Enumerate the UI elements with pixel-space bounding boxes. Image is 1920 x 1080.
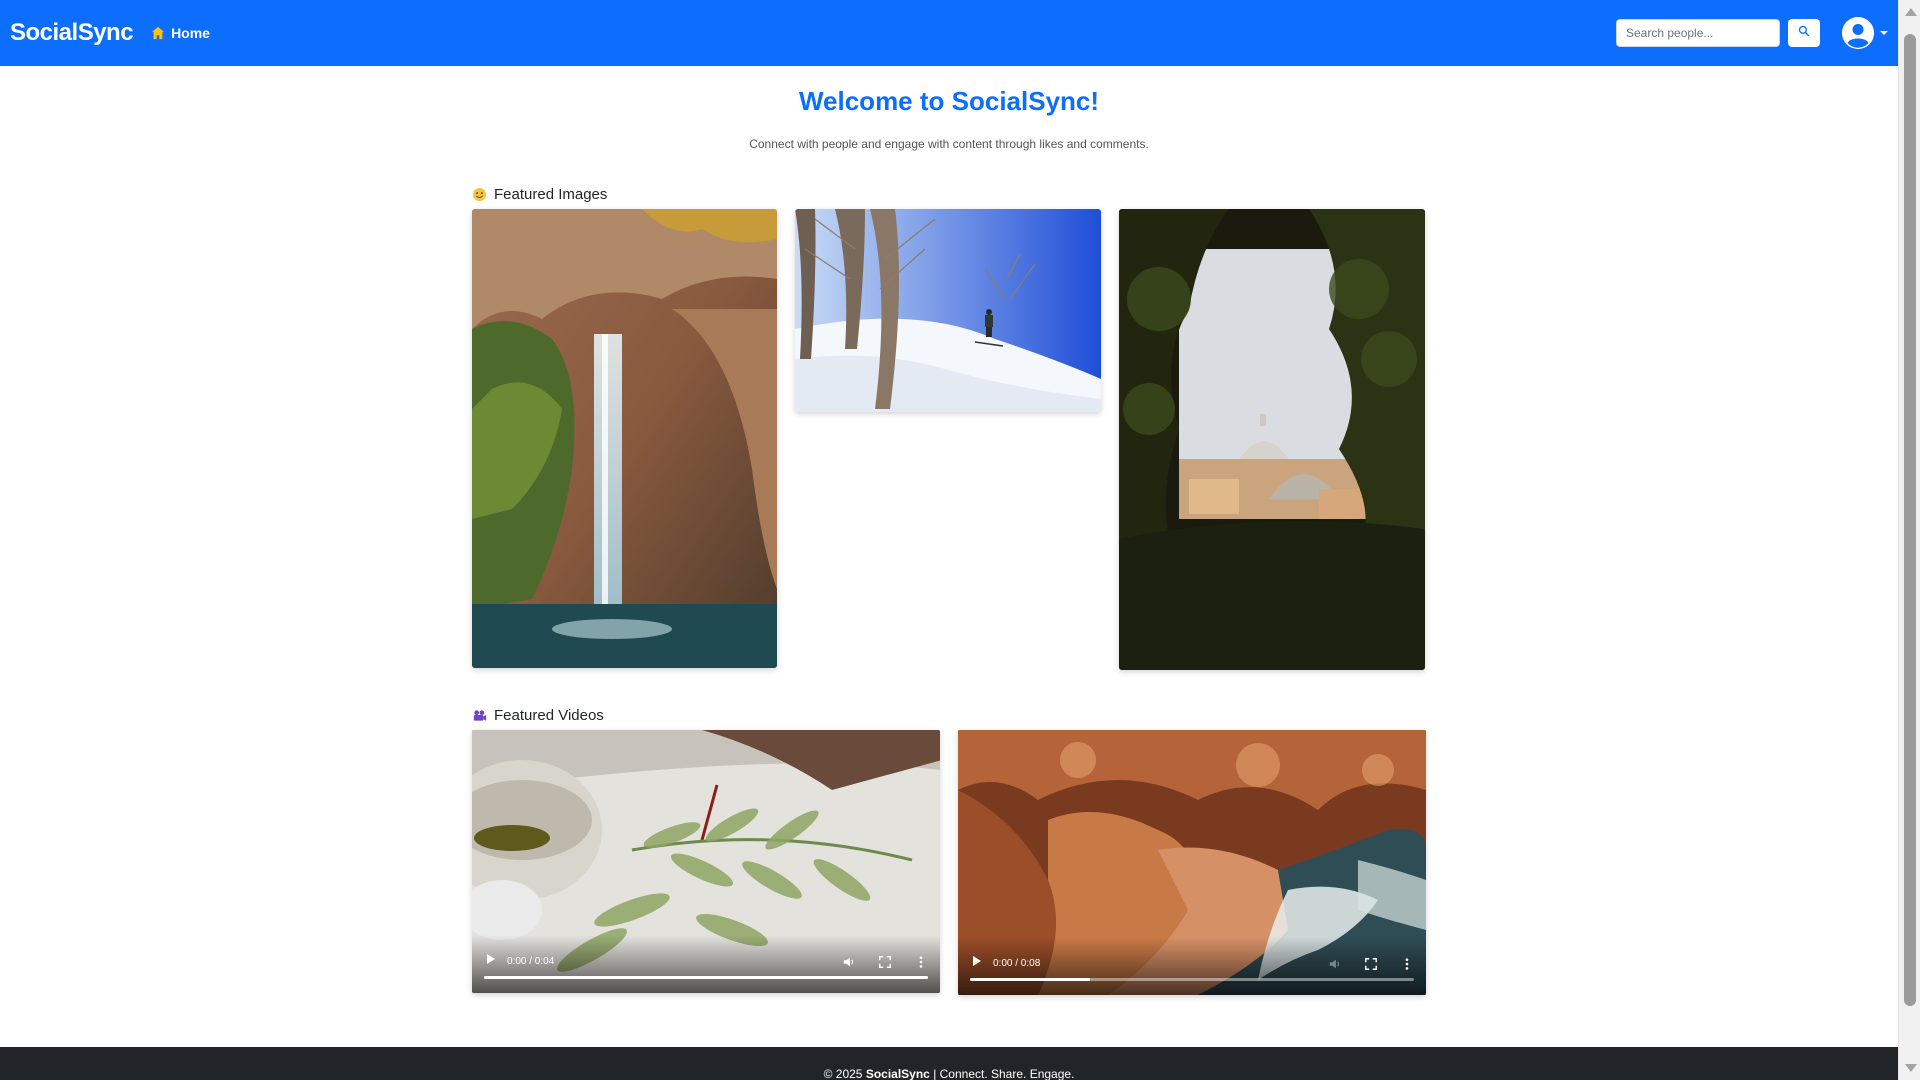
chevron-down-icon xyxy=(1880,31,1888,35)
featured-videos-heading: Featured Videos xyxy=(472,707,1426,724)
footer: © 2025 SocialSync | Connect. Share. Enga… xyxy=(0,1047,1898,1080)
search-button[interactable] xyxy=(1788,19,1820,47)
video-progress-fill xyxy=(970,978,1090,981)
footer-tagline: | Connect. Share. Engage. xyxy=(933,1067,1075,1080)
more-options-icon[interactable] xyxy=(1400,957,1414,971)
nav-right-group xyxy=(1616,17,1888,49)
play-icon[interactable] xyxy=(973,956,981,966)
fullscreen-icon[interactable] xyxy=(1364,957,1378,971)
coastal-cliffs-video[interactable]: 0:00 / 0:08 xyxy=(958,730,1426,995)
footer-brand: SocialSync xyxy=(865,1067,930,1080)
scroll-thumb[interactable] xyxy=(1904,34,1916,1006)
waterfall-image-art xyxy=(472,209,777,668)
city-through-trees-image-art xyxy=(1119,209,1425,670)
skier-snow-image[interactable] xyxy=(795,209,1101,412)
waterfall-image[interactable] xyxy=(472,209,777,668)
video-camera-icon xyxy=(472,708,487,723)
play-icon[interactable] xyxy=(487,954,495,964)
scroll-up-arrow-icon[interactable] xyxy=(1905,8,1917,16)
home-icon xyxy=(151,26,165,40)
nav-home-link[interactable]: Home xyxy=(151,25,210,41)
page: SocialSync Home Welcome to SocialSy xyxy=(0,0,1920,1080)
footer-copyright: © 2025 xyxy=(823,1067,863,1080)
page-subtitle: Connect with people and engage with cont… xyxy=(749,137,1149,151)
video-controls: 0:00 / 0:08 xyxy=(958,937,1426,995)
fullscreen-icon[interactable] xyxy=(878,955,892,969)
scroll-down-arrow-icon[interactable] xyxy=(1905,1064,1917,1072)
brand-logo[interactable]: SocialSync xyxy=(10,19,134,47)
video-progress-fill xyxy=(484,976,928,979)
page-scrollbar[interactable] xyxy=(1898,0,1920,1080)
page-title: Welcome to SocialSync! xyxy=(798,86,1100,116)
featured-images-heading: Featured Images xyxy=(472,186,1426,203)
video-progress-track[interactable] xyxy=(970,978,1414,981)
nav-home-label: Home xyxy=(171,25,210,41)
video-controls: 0:00 / 0:04 xyxy=(472,935,940,993)
watercolor-painting-video[interactable]: 0:00 / 0:04 xyxy=(472,730,940,993)
more-options-icon[interactable] xyxy=(914,955,928,969)
skier-snow-image-art xyxy=(795,209,1101,412)
featured-videos-title: Featured Videos xyxy=(494,707,604,724)
main-content: Welcome to SocialSync! Connect with peop… xyxy=(0,66,1898,151)
search-icon xyxy=(1798,24,1810,42)
video-progress-track[interactable] xyxy=(484,976,928,979)
search-input[interactable] xyxy=(1616,19,1780,47)
smiley-icon xyxy=(472,187,487,202)
video-time: 0:00 / 0:08 xyxy=(993,958,1041,969)
video-time: 0:00 / 0:04 xyxy=(507,956,555,967)
top-navbar: SocialSync Home xyxy=(0,0,1898,66)
user-avatar-icon xyxy=(1842,17,1874,49)
featured-images-title: Featured Images xyxy=(494,186,608,203)
featured-images-section: Featured Images xyxy=(472,186,1426,203)
city-through-trees-image[interactable] xyxy=(1119,209,1425,670)
user-menu-toggle[interactable] xyxy=(1842,17,1888,49)
featured-videos-section: Featured Videos xyxy=(472,707,1426,724)
volume-icon[interactable] xyxy=(842,955,856,969)
volume-icon[interactable] xyxy=(1328,957,1342,971)
